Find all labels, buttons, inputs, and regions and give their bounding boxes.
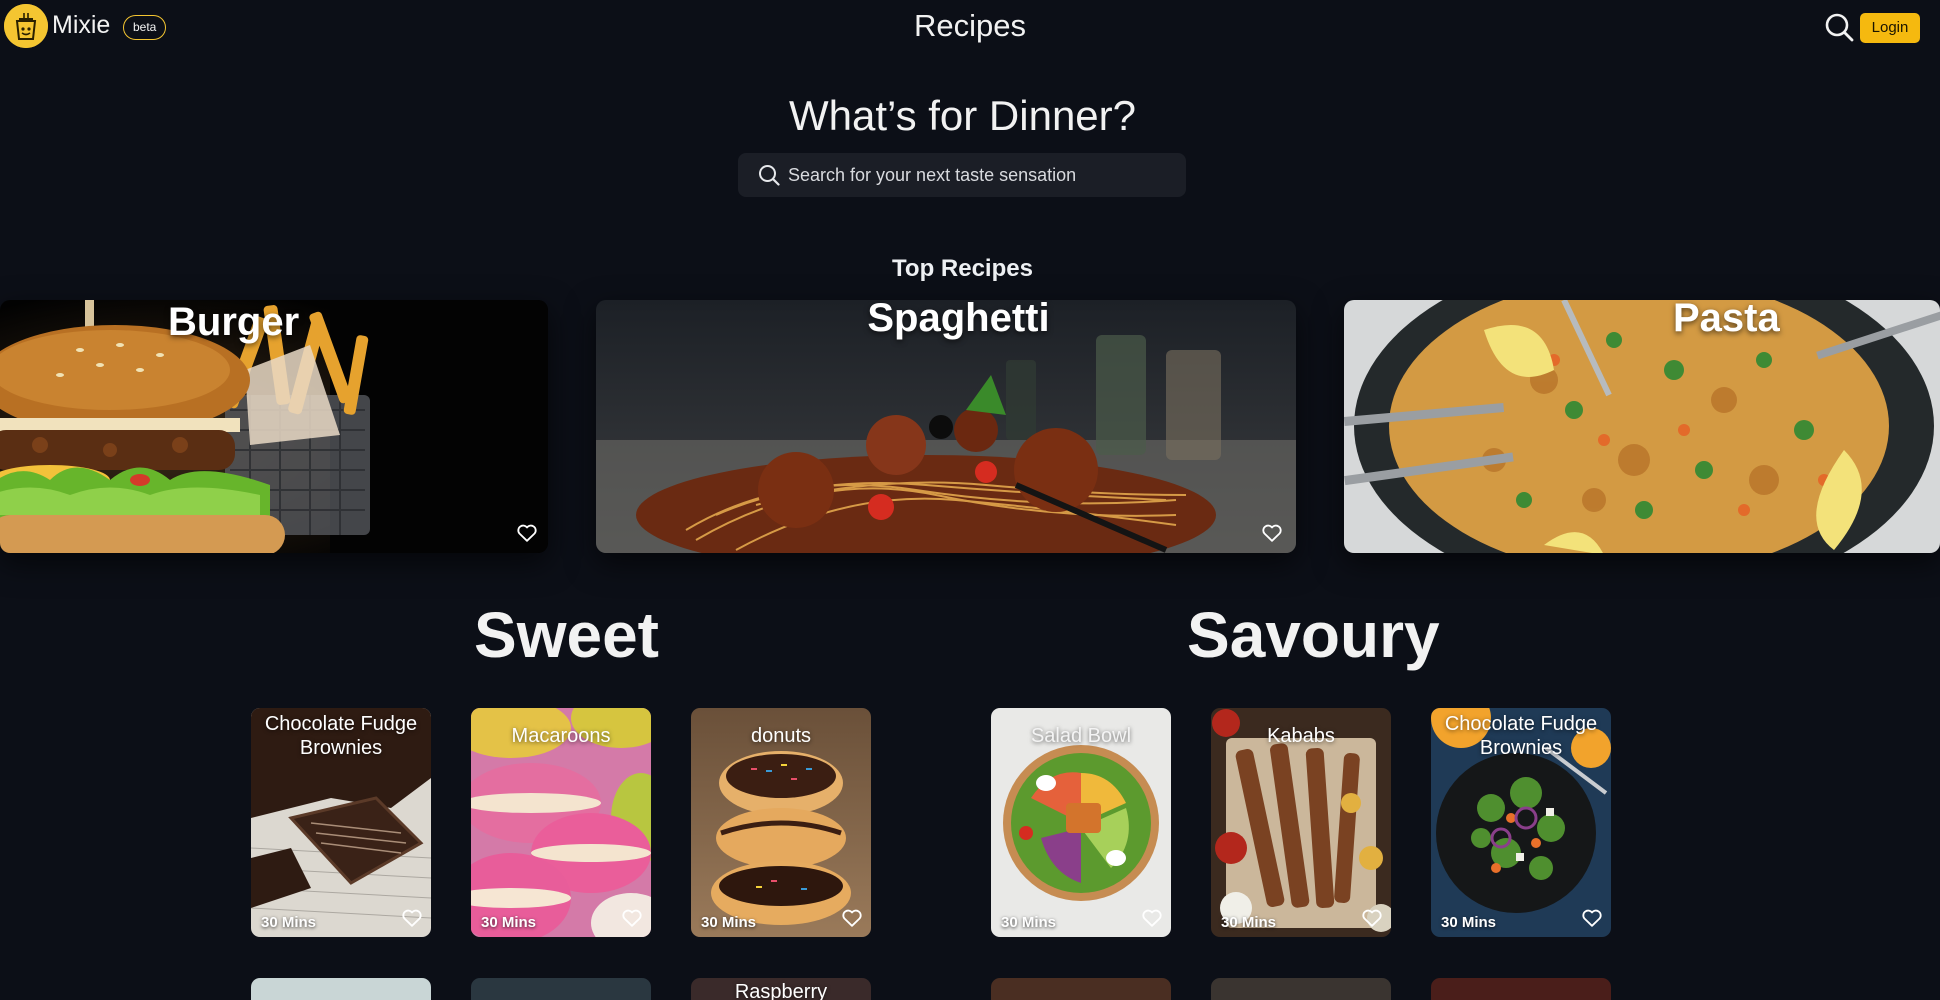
heart-icon[interactable] [401, 907, 423, 929]
top-recipe-title: Burger [168, 300, 300, 344]
search-bar[interactable] [738, 153, 1186, 197]
recipe-card[interactable] [1431, 978, 1611, 1000]
recipe-card-savoury-brownies[interactable]: Chocolate Fudge Brownies 30 Mins [1431, 708, 1611, 937]
top-recipe-title: Spaghetti [867, 300, 1050, 340]
cook-time: 30 Mins [1441, 914, 1497, 931]
recipe-card[interactable] [1211, 978, 1391, 1000]
hero-heading: What’s for Dinner? [788, 92, 1137, 139]
top-recipe-card-burger[interactable]: Burger [0, 300, 548, 553]
heart-icon[interactable] [1141, 907, 1163, 929]
heart-icon[interactable] [1581, 907, 1603, 929]
search-input[interactable] [788, 153, 1178, 197]
cook-time: 30 Mins [1001, 914, 1057, 931]
recipe-title: Macaroons [511, 725, 611, 747]
search-icon [759, 165, 780, 186]
login-button[interactable]: Login [1860, 13, 1920, 43]
heart-icon[interactable] [1261, 522, 1283, 544]
recipe-card[interactable] [251, 978, 431, 1000]
heart-icon[interactable] [516, 522, 538, 544]
search-icon[interactable] [1824, 12, 1854, 42]
heart-icon[interactable] [1361, 907, 1383, 929]
recipe-card[interactable] [471, 978, 651, 1000]
page-title: Recipes [914, 8, 1026, 43]
top-recipes-heading: Top Recipes [892, 255, 1033, 282]
recipe-title: Kababs [1267, 725, 1335, 747]
cook-time: 30 Mins [261, 914, 317, 931]
recipe-title: donuts [750, 725, 812, 747]
cook-time: 30 Mins [481, 914, 537, 931]
cook-time: 30 Mins [1221, 914, 1277, 931]
recipe-title: Raspberry [734, 981, 828, 1000]
recipe-card-kababs[interactable]: Kababs 30 Mins [1211, 708, 1391, 937]
recipe-card-brownies[interactable]: Chocolate Fudge Brownies 30 Mins [251, 708, 431, 937]
heart-icon[interactable] [841, 907, 863, 929]
top-bar: Mixie beta Recipes Login [0, 0, 1940, 56]
recipe-title: Salad Bowl [1030, 725, 1132, 747]
sweet-heading: Sweet [474, 599, 659, 671]
cook-time: 30 Mins [701, 914, 757, 931]
recipe-card[interactable]: Raspberry [691, 978, 871, 1000]
top-recipe-title: Pasta [1673, 300, 1780, 340]
recipe-card-macaroons[interactable]: Macaroons 30 Mins [471, 708, 651, 937]
top-recipe-card-spaghetti[interactable]: Spaghetti [596, 300, 1296, 553]
heart-icon[interactable] [621, 907, 643, 929]
recipe-card[interactable] [991, 978, 1171, 1000]
recipe-card-salad-bowl[interactable]: Salad Bowl 30 Mins [991, 708, 1171, 937]
recipe-title: Chocolate Fudge Brownies [1444, 713, 1598, 759]
top-recipe-card-pasta[interactable]: Pasta [1344, 300, 1940, 553]
recipe-card-donuts[interactable]: donuts 30 Mins [691, 708, 871, 937]
recipe-title: Chocolate Fudge Brownies [264, 713, 418, 759]
savoury-heading: Savoury [1187, 599, 1440, 671]
